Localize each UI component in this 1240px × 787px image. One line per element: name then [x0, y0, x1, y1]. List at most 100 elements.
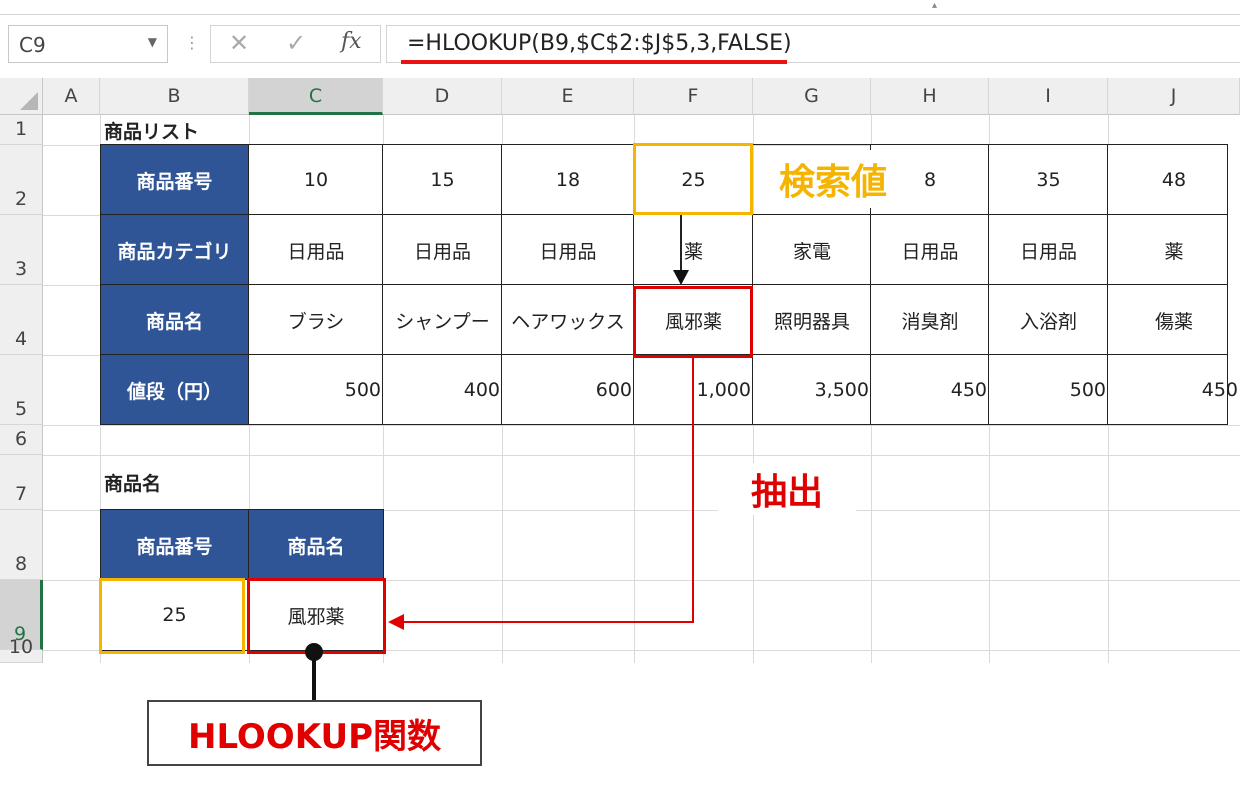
input-highlight-box — [99, 578, 245, 654]
category-cell[interactable]: 日用品 — [502, 215, 634, 285]
row-number: 6 — [14, 428, 28, 450]
price-cell[interactable]: 600 — [502, 355, 634, 425]
table-border — [382, 144, 383, 424]
category-cell[interactable]: 家電 — [753, 215, 871, 285]
product-name-cell[interactable]: 消臭剤 — [871, 285, 989, 355]
category-cell[interactable]: 日用品 — [989, 215, 1108, 285]
row-label-2[interactable]: 商品カテゴリ — [100, 215, 249, 285]
table-border — [1227, 144, 1228, 424]
extract-line-vertical — [692, 358, 694, 623]
row-label-4[interactable]: 値段（円） — [100, 355, 249, 425]
table-border — [1107, 144, 1108, 424]
price-cell[interactable]: 500 — [249, 355, 383, 425]
row-number: 5 — [14, 398, 28, 420]
column-header-i[interactable]: I — [989, 78, 1108, 115]
product-name-cell[interactable]: シャンプー — [383, 285, 502, 355]
hlookup-label-box: HLOOKUP関数 — [147, 700, 482, 766]
column-header-a[interactable]: A — [43, 78, 100, 115]
gridline-horizontal — [43, 425, 1240, 426]
column-header-f[interactable]: F — [634, 78, 753, 115]
product-name-cell[interactable]: 照明器具 — [753, 285, 871, 355]
row-header-6[interactable]: 6 — [0, 425, 43, 455]
extract-label: 抽出 — [718, 463, 856, 515]
search-value-label: 検索値 — [758, 150, 908, 208]
row-number: 10 — [8, 636, 34, 658]
search-value-box — [633, 143, 753, 215]
cancel-icon[interactable]: ✕ — [229, 29, 249, 57]
price-cell[interactable]: 450 — [871, 355, 989, 425]
select-all-button[interactable] — [0, 78, 43, 115]
product-number-cell[interactable]: 18 — [502, 145, 634, 215]
price-cell[interactable]: 3,500 — [753, 355, 871, 425]
row-number: 1 — [14, 118, 28, 140]
row-header-1[interactable]: 1 — [0, 115, 43, 145]
column-header-j[interactable]: J — [1108, 78, 1240, 115]
price-cell[interactable]: 400 — [383, 355, 502, 425]
product-number-cell[interactable]: 15 — [383, 145, 502, 215]
table-border — [100, 424, 1228, 425]
product-name-cell[interactable]: ブラシ — [249, 285, 383, 355]
category-cell[interactable]: 日用品 — [249, 215, 383, 285]
table-border — [248, 144, 249, 424]
hlookup-label: HLOOKUP関数 — [188, 716, 441, 757]
category-cell[interactable]: 薬 — [634, 215, 753, 285]
row-number: 2 — [14, 188, 28, 210]
chevron-down-icon[interactable]: ▼ — [148, 35, 157, 49]
title-product-list[interactable]: 商品リスト — [100, 115, 249, 145]
row-header-4[interactable]: 4 — [0, 285, 43, 355]
formula-input[interactable]: =HLOOKUP(B9,$C$2:$J$5,3,FALSE) — [386, 25, 1240, 63]
enter-icon[interactable]: ✓ — [286, 29, 306, 57]
result-source-box — [633, 286, 753, 358]
lookup-header-number[interactable]: 商品番号 — [100, 510, 249, 580]
column-header-e[interactable]: E — [502, 78, 634, 115]
column-header-d[interactable]: D — [383, 78, 502, 115]
excel-window: ▴ C9 ▼ ⋮ ✕ ✓ fx =HLOOKUP(B9,$C$2:$J$5,3,… — [0, 0, 1240, 787]
price-cell[interactable]: 500 — [989, 355, 1108, 425]
down-arrowhead-icon — [673, 270, 689, 285]
product-name-cell[interactable]: ヘアワックス — [502, 285, 634, 355]
table-border — [100, 509, 384, 510]
title-product-name[interactable]: 商品名 — [100, 455, 249, 510]
row-header-2[interactable]: 2 — [0, 145, 43, 215]
table-border — [100, 284, 1228, 285]
row-label-1[interactable]: 商品番号 — [100, 145, 249, 215]
row-header-5[interactable]: 5 — [0, 355, 43, 425]
spreadsheet-grid[interactable]: A B C D E F G H I J 1 2 3 4 5 6 7 8 9 10 商品リスト 商品番号 商品カテゴリ 商品名値… — [0, 78, 1240, 664]
category-cell[interactable]: 日用品 — [871, 215, 989, 285]
formula-text: =HLOOKUP(B9,$C$2:$J$5,3,FALSE) — [407, 31, 792, 56]
product-number-cell[interactable]: 48 — [1108, 145, 1240, 215]
row-number: 8 — [14, 553, 28, 575]
resize-grip-icon: ▴ — [932, 0, 938, 11]
row-number: 4 — [14, 328, 28, 350]
row-number: 3 — [14, 258, 28, 280]
row-header-8[interactable]: 8 — [0, 510, 43, 580]
row-number: 7 — [14, 483, 28, 505]
name-box[interactable]: C9 ▼ — [8, 25, 168, 63]
left-arrowhead-icon — [388, 614, 404, 630]
product-name-cell[interactable]: 入浴剤 — [989, 285, 1108, 355]
product-name-cell[interactable]: 傷薬 — [1108, 285, 1240, 355]
down-arrow-line — [680, 215, 682, 275]
product-number-cell[interactable]: 35 — [989, 145, 1108, 215]
formula-bar: C9 ▼ ⋮ ✕ ✓ fx =HLOOKUP(B9,$C$2:$J$5,3,FA… — [0, 14, 1240, 73]
column-header-h[interactable]: H — [871, 78, 989, 115]
row-label-3[interactable]: 商品名 — [100, 285, 249, 355]
table-border — [501, 144, 502, 424]
row-header-10[interactable]: 10 — [0, 636, 43, 663]
name-box-value: C9 — [19, 33, 46, 57]
product-number-cell[interactable]: 10 — [249, 145, 383, 215]
category-cell[interactable]: 日用品 — [383, 215, 502, 285]
category-cell[interactable]: 薬 — [1108, 215, 1240, 285]
column-header-g[interactable]: G — [753, 78, 871, 115]
insert-function-icon[interactable]: fx — [341, 29, 362, 54]
extract-line-horizontal — [402, 621, 694, 623]
formula-underline — [401, 60, 787, 64]
lookup-header-name[interactable]: 商品名 — [249, 510, 383, 580]
column-header-c[interactable]: C — [249, 78, 383, 115]
more-options-icon: ⋮ — [184, 33, 201, 52]
column-header-b[interactable]: B — [100, 78, 249, 115]
connector-line — [312, 655, 316, 701]
row-header-3[interactable]: 3 — [0, 215, 43, 285]
row-header-7[interactable]: 7 — [0, 455, 43, 510]
price-cell[interactable]: 450 — [1108, 355, 1240, 425]
